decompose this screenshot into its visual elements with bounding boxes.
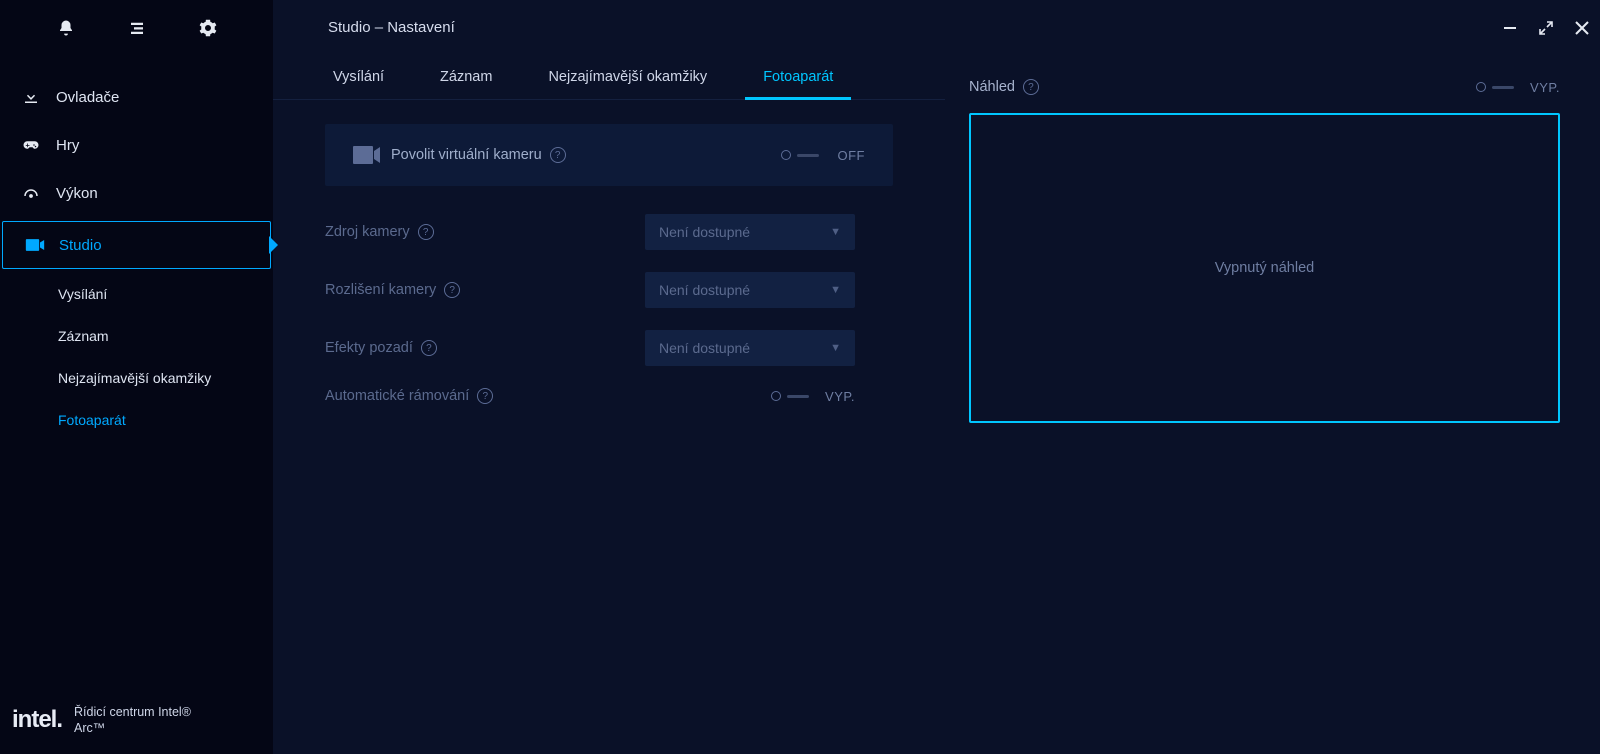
- chevron-down-icon: ▼: [830, 226, 841, 238]
- virtual-camera-panel: Povolit virtuální kameru ? OFF: [325, 124, 893, 186]
- help-icon[interactable]: ?: [550, 147, 566, 163]
- maximize-icon[interactable]: [1538, 20, 1554, 36]
- tab-broadcast[interactable]: Vysílání: [305, 55, 412, 99]
- preview-box: Vypnutý náhled: [969, 113, 1560, 423]
- bell-icon[interactable]: [57, 19, 75, 37]
- background-effects-select[interactable]: Není dostupné ▼: [645, 330, 855, 366]
- help-icon[interactable]: ?: [421, 340, 437, 356]
- gear-icon[interactable]: [199, 19, 217, 37]
- brand: intel. Řídicí centrum Intel® Arc™: [0, 704, 273, 754]
- preview-title: Náhled ?: [969, 79, 1039, 95]
- sidebar-item-games[interactable]: Hry: [0, 121, 273, 169]
- sidebar-item-performance[interactable]: Výkon: [0, 169, 273, 217]
- main: Studio – Nastavení Vysílání Záznam Nejza…: [273, 0, 1600, 754]
- camera-source-row: Zdroj kamery ? Není dostupné ▼: [325, 214, 893, 250]
- preview-message: Vypnutý náhled: [1215, 260, 1314, 276]
- window-controls: [1502, 0, 1590, 55]
- sidebar-submenu: Vysílání Záznam Nejzajímavější okamžiky …: [0, 273, 273, 441]
- sidebar-item-studio[interactable]: Studio: [2, 221, 271, 269]
- minimize-icon[interactable]: [1502, 20, 1518, 36]
- help-icon[interactable]: ?: [1023, 79, 1039, 95]
- row-label: Zdroj kamery ?: [325, 224, 645, 240]
- preview-pane: Náhled ? VYP. Vypnutý náhled: [945, 55, 1600, 754]
- sidebar-sub-highlights[interactable]: Nejzajímavější okamžiky: [58, 357, 273, 399]
- sidebar-item-label: Studio: [59, 237, 102, 254]
- tab-highlights[interactable]: Nejzajímavější okamžiky: [520, 55, 735, 99]
- nav: Ovladače Hry Výkon Studio Vysílání Zázna…: [0, 55, 273, 704]
- row-label: Rozlišení kamery ?: [325, 282, 645, 298]
- camera-source-select[interactable]: Není dostupné ▼: [645, 214, 855, 250]
- toggle-icon: [771, 391, 809, 401]
- brand-text: Řídicí centrum Intel® Arc™: [74, 704, 191, 737]
- sidebar-sub-record[interactable]: Záznam: [58, 315, 273, 357]
- sidebar-item-label: Výkon: [56, 185, 98, 202]
- sidebar: Ovladače Hry Výkon Studio Vysílání Zázna…: [0, 0, 273, 754]
- download-icon: [22, 88, 56, 106]
- sidebar-sub-camera[interactable]: Fotoaparát: [58, 399, 273, 441]
- sidebar-item-label: Ovladače: [56, 89, 119, 106]
- preview-toggle[interactable]: VYP.: [1476, 80, 1560, 95]
- chevron-down-icon: ▼: [830, 284, 841, 296]
- preview-header: Náhled ? VYP.: [969, 79, 1560, 95]
- toggle-icon: [781, 150, 819, 160]
- content: Vysílání Záznam Nejzajímavější okamžiky …: [273, 55, 1600, 754]
- toggle-icon: [1476, 82, 1514, 92]
- tab-camera[interactable]: Fotoaparát: [735, 55, 861, 99]
- sidebar-item-label: Hry: [56, 137, 79, 154]
- sidebar-sub-broadcast[interactable]: Vysílání: [58, 273, 273, 315]
- help-icon[interactable]: ?: [418, 224, 434, 240]
- tab-record[interactable]: Záznam: [412, 55, 520, 99]
- brand-logo: intel.: [12, 706, 62, 734]
- settings-body: Povolit virtuální kameru ? OFF Zdroj kam…: [273, 100, 945, 450]
- chevron-down-icon: ▼: [830, 342, 841, 354]
- sidebar-top: [0, 0, 273, 55]
- help-icon[interactable]: ?: [444, 282, 460, 298]
- close-icon[interactable]: [1574, 20, 1590, 36]
- settings-pane: Vysílání Záznam Nejzajímavější okamžiky …: [273, 55, 945, 754]
- menu-icon[interactable]: [128, 19, 146, 37]
- help-icon[interactable]: ?: [477, 388, 493, 404]
- virtual-camera-label: Povolit virtuální kameru ?: [391, 147, 781, 163]
- page-title: Studio – Nastavení: [328, 19, 455, 36]
- camera-icon: [353, 146, 391, 164]
- row-label: Automatické rámování ?: [325, 388, 645, 404]
- camera-resolution-select[interactable]: Není dostupné ▼: [645, 272, 855, 308]
- row-label: Efekty pozadí ?: [325, 340, 645, 356]
- virtual-camera-toggle[interactable]: OFF: [781, 148, 865, 163]
- sidebar-item-drivers[interactable]: Ovladače: [0, 73, 273, 121]
- camera-icon: [25, 238, 59, 252]
- camera-resolution-row: Rozlišení kamery ? Není dostupné ▼: [325, 272, 893, 308]
- gamepad-icon: [22, 136, 56, 154]
- background-effects-row: Efekty pozadí ? Není dostupné ▼: [325, 330, 893, 366]
- tabs: Vysílání Záznam Nejzajímavější okamžiky …: [273, 55, 945, 100]
- titlebar: Studio – Nastavení: [273, 0, 1600, 55]
- gauge-icon: [22, 184, 56, 202]
- auto-framing-row: Automatické rámování ? VYP.: [325, 388, 893, 404]
- auto-framing-toggle[interactable]: VYP.: [645, 389, 855, 404]
